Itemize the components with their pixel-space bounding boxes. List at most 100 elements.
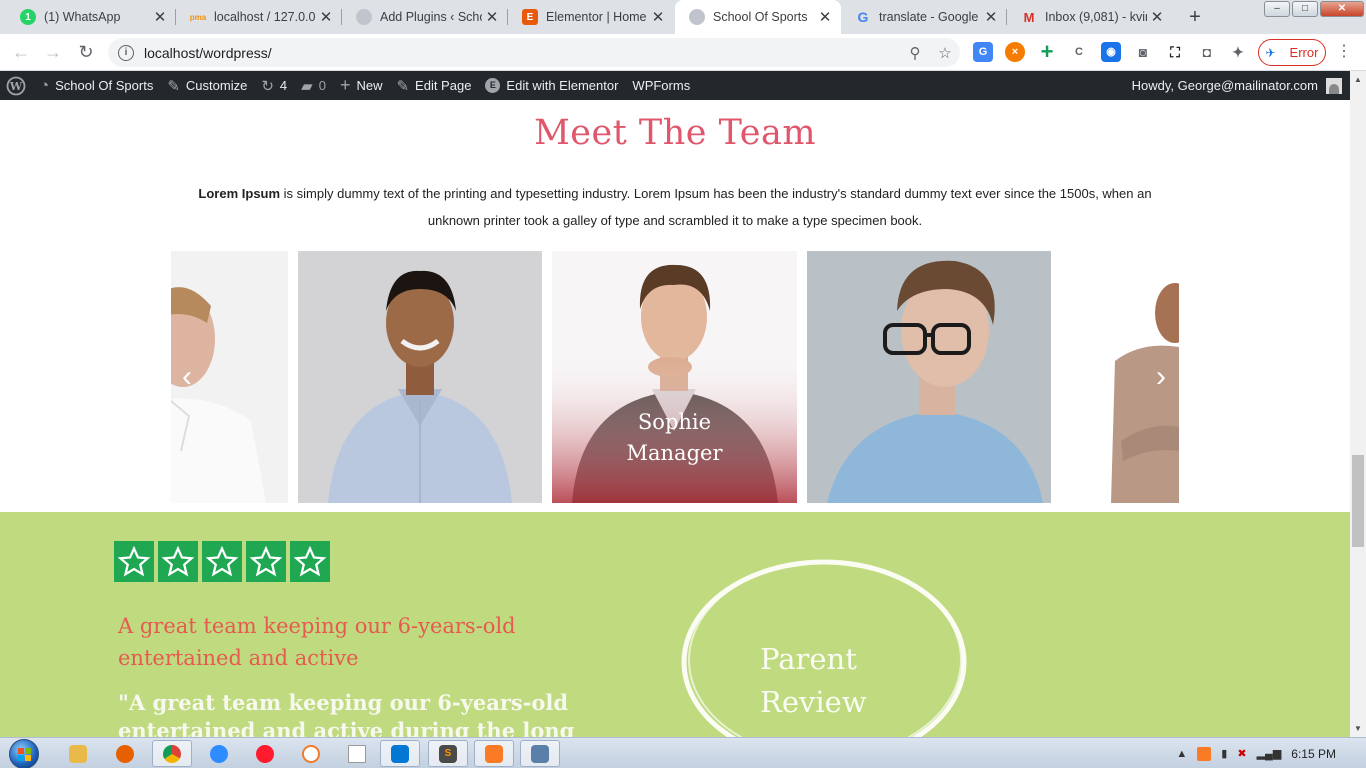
taskbar-clock[interactable]: 6:15 PM [1291, 747, 1336, 761]
url-text[interactable]: localhost/wordpress/ [144, 45, 900, 61]
taskbar-sublime[interactable]: S [428, 740, 468, 767]
desc-rest: is simply dummy text of the printing and… [280, 186, 1152, 228]
back-icon[interactable]: ← [9, 41, 33, 63]
close-tab-icon[interactable]: ✕ [1147, 8, 1167, 26]
address-bar[interactable]: i localhost/wordpress/ ⚲ ☆ [108, 38, 960, 67]
admin-bar-edit-elementor[interactable]: E Edit with Elementor [485, 78, 618, 93]
wordpress-tab-icon [356, 9, 372, 25]
star-icon [114, 541, 154, 582]
camera-extension-icon[interactable]: ◘ [1197, 42, 1217, 62]
taskbar-chrome[interactable] [152, 740, 192, 767]
chrome-menu-icon[interactable]: ⋮ [1336, 42, 1352, 62]
team-member-caption: Sophie Manager [552, 407, 797, 469]
extension-blue-icon[interactable]: ◉ [1101, 42, 1121, 62]
new-tab-button[interactable]: + [1184, 6, 1206, 28]
carousel-next-arrow-icon[interactable]: › [1149, 357, 1173, 397]
tab-google-translate[interactable]: G translate - Google S ✕ [841, 0, 1007, 34]
admin-bar-comments[interactable]: ▰ 0 [301, 77, 326, 95]
extension-c-icon[interactable]: C [1069, 42, 1089, 62]
folder-icon [69, 744, 87, 763]
show-hidden-icons-icon[interactable]: ▲ [1176, 748, 1187, 760]
carousel-prev-arrow-icon[interactable]: ‹ [175, 357, 199, 397]
windows-start-button[interactable] [9, 739, 39, 768]
tab-elementor[interactable]: E Elementor | Home ✕ [508, 0, 674, 34]
close-tab-icon[interactable]: ✕ [316, 8, 336, 26]
taskbar-notepad[interactable] [337, 740, 377, 767]
signal-icon[interactable]: ▂▄▆ [1257, 747, 1282, 760]
scroll-up-arrow-icon[interactable]: ▲ [1350, 71, 1366, 88]
close-tab-icon[interactable]: ✕ [648, 8, 668, 26]
taskbar-window-manager[interactable] [520, 740, 560, 767]
page-scrollbar[interactable]: ▲ ▼ [1350, 71, 1366, 737]
admin-bar-site-name[interactable]: ◔ School Of Sports [40, 77, 153, 94]
review-headline: A great team keeping our 6-years-old ent… [118, 614, 516, 670]
close-tab-icon[interactable]: ✕ [815, 8, 835, 26]
google-icon: G [857, 9, 869, 25]
window-controls: – □ ✕ [1262, 1, 1364, 17]
taskbar-explorer[interactable] [58, 740, 98, 767]
wordpress-tab-icon [689, 9, 705, 25]
admin-bar-customize[interactable]: ✎ Customize [167, 77, 247, 95]
extensions-puzzle-icon[interactable]: ✦ [1228, 42, 1248, 62]
team-member-card[interactable] [807, 251, 1051, 503]
xampp-tray-icon[interactable] [1197, 746, 1212, 761]
tab-school-of-sports[interactable]: School Of Sports ✕ [675, 0, 841, 34]
minimize-button[interactable]: – [1264, 1, 1290, 17]
screenshot-extension-icon[interactable]: ◙ [1133, 42, 1153, 62]
team-member-card-featured[interactable]: Sophie Manager [552, 251, 797, 503]
close-tab-icon[interactable]: ✕ [150, 8, 170, 26]
elementor-logo-icon: E [485, 78, 501, 93]
new-label: New [356, 78, 383, 93]
howdy-label: Howdy, George@mailinator.com [1131, 78, 1318, 93]
taskbar-xampp[interactable] [474, 740, 514, 767]
admin-bar-account[interactable]: Howdy, George@mailinator.com [1132, 71, 1342, 100]
taskbar-vscode[interactable] [380, 740, 420, 767]
profile-avatar-icon: ✈ [1265, 45, 1276, 60]
reload-icon[interactable]: ↻ [74, 41, 98, 63]
tab-gmail[interactable]: M Inbox (9,081) - kvin ✕ [1007, 0, 1173, 34]
extension-plus-icon[interactable]: + [1037, 41, 1057, 63]
bookmark-star-icon[interactable]: ☆ [930, 44, 960, 62]
google-translate-extension-icon[interactable]: G [973, 42, 993, 62]
browser-toolbar: ← → ↻ i localhost/wordpress/ ⚲ ☆ G × + C… [0, 34, 1366, 71]
tab-whatsapp[interactable]: 1 (1) WhatsApp ✕ [6, 0, 176, 34]
badge-line-1: Parent [760, 642, 857, 676]
taskbar-opera[interactable] [245, 740, 285, 767]
star-icon [158, 541, 198, 582]
forward-icon[interactable]: → [41, 41, 65, 63]
admin-bar-edit-page[interactable]: ✎ Edit Page [396, 77, 471, 95]
close-window-button[interactable]: ✕ [1320, 1, 1364, 17]
close-tab-icon[interactable]: ✕ [981, 8, 1001, 26]
tab-title: Elementor | Home [546, 10, 647, 24]
tab-phpmyadmin[interactable]: pma localhost / 127.0.0.1 ✕ [176, 0, 342, 34]
phpmyadmin-icon: pma [189, 12, 207, 22]
admin-bar-wpforms[interactable]: WPForms [632, 78, 690, 93]
capture-extension-icon[interactable]: ⛶ [1165, 42, 1185, 62]
taskbar-app-orange[interactable] [291, 740, 331, 767]
site-name-label: School Of Sports [55, 78, 154, 93]
tab-add-plugins[interactable]: Add Plugins ‹ School ✕ [342, 0, 508, 34]
zoom-icon[interactable]: ⚲ [900, 44, 930, 62]
zoom-app-icon [210, 744, 228, 763]
scrollbar-thumb[interactable] [1352, 455, 1364, 547]
windows-taskbar: S ▲ ▮ ✖ ▂▄▆ 6:15 PM [0, 737, 1366, 768]
network-error-icon[interactable]: ✖ [1237, 747, 1246, 760]
admin-bar-new[interactable]: + New [340, 75, 383, 96]
team-member-card[interactable] [298, 251, 542, 503]
taskbar-zoom[interactable] [199, 740, 239, 767]
extension-orange-icon[interactable]: × [1005, 42, 1025, 62]
wp-logo-icon[interactable]: W [6, 76, 26, 96]
badge-line-2: Review [760, 685, 867, 719]
sublime-icon: S [439, 744, 457, 763]
tab-title: Inbox (9,081) - kvin [1045, 10, 1147, 24]
document-icon [348, 744, 366, 763]
profile-error-button[interactable]: ✈ Error [1258, 39, 1326, 66]
maximize-button[interactable]: □ [1292, 1, 1318, 17]
taskbar-firefox[interactable] [105, 740, 145, 767]
site-info-icon[interactable]: i [118, 44, 134, 61]
scroll-down-arrow-icon[interactable]: ▼ [1350, 720, 1366, 737]
admin-bar-updates[interactable]: ↻ 4 [261, 77, 287, 95]
close-tab-icon[interactable]: ✕ [482, 8, 502, 26]
battery-icon[interactable]: ▮ [1221, 747, 1227, 760]
parent-review-section: A great team keeping our 6-years-old ent… [0, 512, 1350, 737]
